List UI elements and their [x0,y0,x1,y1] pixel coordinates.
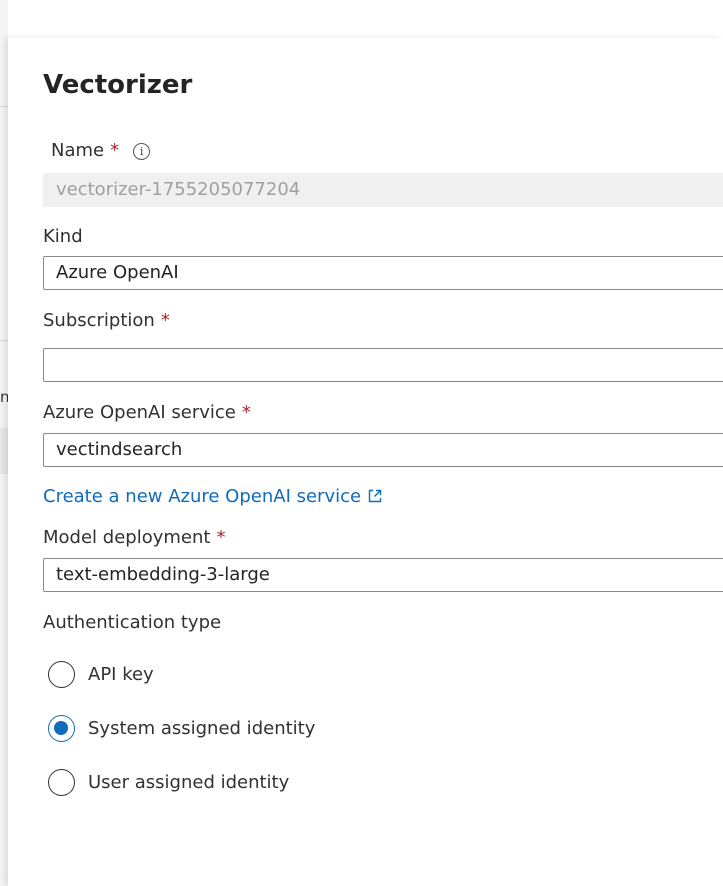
name-field: vectorizer-1755205077204 [43,173,723,207]
subscription-dropdown[interactable] [43,348,723,382]
background-row [0,428,8,474]
radio-label: System assigned identity [88,718,316,739]
radio-button-selected[interactable] [48,715,75,742]
openai-service-label: Azure OpenAI service * [43,402,251,423]
model-deployment-label-text: Model deployment [43,527,211,548]
model-deployment-dropdown[interactable]: text-embedding-3-large [43,558,723,592]
required-marker: * [241,402,251,423]
name-label-text: Name [51,140,105,161]
subscription-label-text: Subscription [43,310,155,331]
radio-button[interactable] [48,769,75,796]
authentication-type-label: Authentication type [43,612,222,633]
info-icon[interactable]: i [133,143,151,160]
required-marker: * [110,140,120,161]
external-link-icon [368,489,382,503]
subscription-label: Subscription * [43,310,170,331]
required-marker: * [160,310,170,331]
radio-dot [54,721,68,735]
panel-title: Vectorizer [43,70,193,100]
openai-service-label-text: Azure OpenAI service [43,402,236,423]
background-page: n [0,0,10,886]
create-openai-service-link[interactable]: Create a new Azure OpenAI service [43,486,383,507]
required-marker: * [216,527,226,548]
name-label: Name * i [51,140,151,161]
openai-service-dropdown[interactable]: vectindsearch [43,433,723,467]
radio-button[interactable] [48,661,75,688]
radio-label: API key [88,664,154,685]
background-divider [0,106,8,107]
model-deployment-label: Model deployment * [43,527,225,548]
background-divider [0,340,8,341]
radio-label: User assigned identity [88,772,290,793]
create-openai-service-link-text: Create a new Azure OpenAI service [43,486,362,507]
kind-dropdown[interactable]: Azure OpenAI [43,256,723,290]
kind-label: Kind [43,226,83,247]
